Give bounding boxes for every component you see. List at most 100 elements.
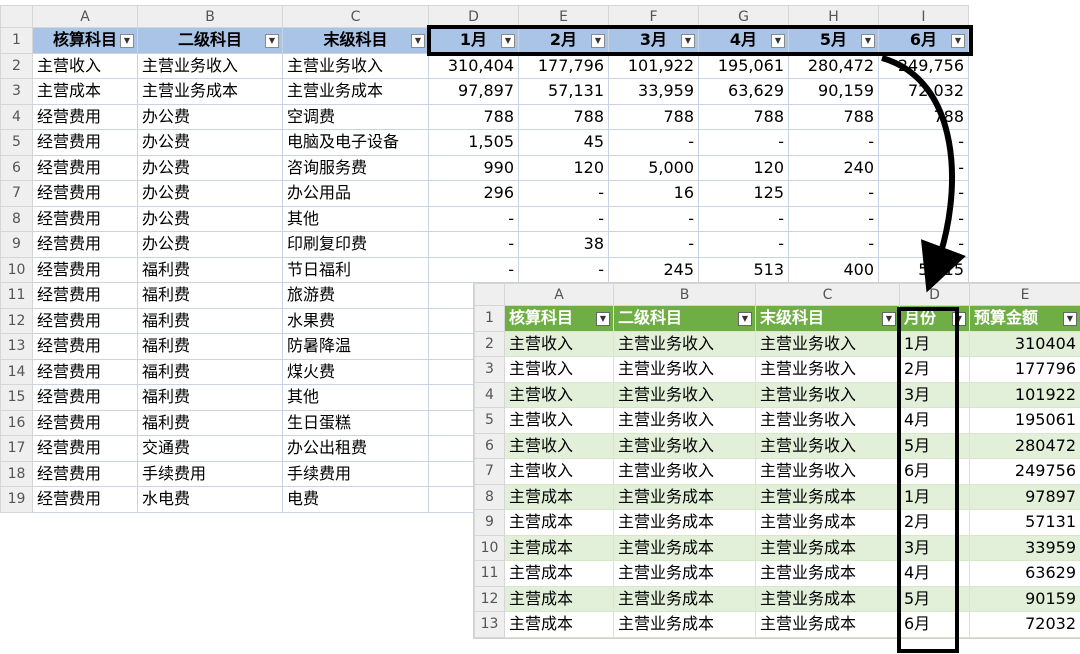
row-number[interactable]: 11 [474,560,505,587]
column-letter[interactable]: D [899,283,970,306]
cell-month-value[interactable]: - [428,205,519,232]
cell-month-value[interactable]: - [788,205,879,232]
cell-month[interactable]: 3月 [899,534,970,561]
row-number[interactable]: 3 [474,356,505,383]
cell-final[interactable]: 主营业务收入 [755,407,900,434]
cell-secondary[interactable]: 水电费 [137,486,283,513]
cell-secondary[interactable]: 福利费 [137,409,283,436]
cell-account[interactable]: 经营费用 [32,231,138,258]
cell-month-value[interactable]: - [698,205,789,232]
cell-final[interactable]: 主营业务收入 [755,330,900,357]
cell-secondary[interactable]: 主营业务收入 [613,330,756,357]
row-number[interactable]: 14 [0,358,33,385]
cell-month-value[interactable]: 240 [788,154,879,181]
cell-month[interactable]: 6月 [899,611,970,638]
filter-dropdown-icon[interactable]: ▼ [738,312,752,326]
filter-dropdown-icon[interactable]: ▼ [411,34,425,48]
cell-account[interactable]: 主营成本 [504,534,614,561]
cell-month[interactable]: 5月 [899,432,970,459]
cell-month[interactable]: 6月 [899,458,970,485]
cell-account[interactable]: 主营收入 [504,356,614,383]
cell-account[interactable]: 主营成本 [504,585,614,612]
header-cell[interactable]: 5月 ▼ [788,27,879,54]
header-cell[interactable]: 1月 ▼ [428,27,519,54]
column-letter[interactable]: D [428,5,519,28]
column-letter[interactable]: B [137,5,283,28]
cell-secondary[interactable]: 主营业务成本 [613,509,756,536]
cell-secondary[interactable]: 福利费 [137,256,283,283]
cell-secondary[interactable]: 主营业务收入 [613,381,756,408]
cell-account[interactable]: 主营收入 [504,381,614,408]
cell-month-value[interactable]: 125 [698,180,789,207]
cell-secondary[interactable]: 福利费 [137,384,283,411]
cell-secondary[interactable]: 主营业务成本 [137,78,283,105]
column-letter[interactable]: A [32,5,138,28]
cell-secondary[interactable]: 主营业务成本 [613,585,756,612]
filter-dropdown-icon[interactable]: ▼ [265,34,279,48]
column-letter[interactable]: C [282,5,429,28]
row-number[interactable]: 4 [474,381,505,408]
cell-month-value[interactable]: 38 [518,231,609,258]
cell-final[interactable]: 水果费 [282,307,429,334]
cell-final[interactable]: 防暑降温 [282,333,429,360]
cell-account[interactable]: 主营成本 [504,560,614,587]
filter-dropdown-icon[interactable]: ▼ [771,34,785,48]
cell-month[interactable]: 1月 [899,483,970,510]
cell-final[interactable]: 主营业务收入 [755,432,900,459]
cell-budget-amount[interactable]: 57131 [969,509,1080,536]
cell-budget-amount[interactable]: 101922 [969,381,1080,408]
cell-budget-amount[interactable]: 97897 [969,483,1080,510]
cell-month-value[interactable]: - [608,129,699,156]
cell-month-value[interactable]: 5,000 [608,154,699,181]
cell-secondary[interactable]: 办公费 [137,231,283,258]
cell-account[interactable]: 主营收入 [504,407,614,434]
cell-budget-amount[interactable]: 33959 [969,534,1080,561]
cell-month-value[interactable]: - [428,256,519,283]
cell-month-value[interactable]: - [428,231,519,258]
header-cell[interactable]: 二级科目 ▼ [613,305,756,332]
row-number[interactable]: 2 [474,330,505,357]
filter-dropdown-icon[interactable]: ▼ [1063,312,1077,326]
cell-secondary[interactable]: 办公费 [137,103,283,130]
cell-month-value[interactable]: 788 [518,103,609,130]
cell-account[interactable]: 主营收入 [504,458,614,485]
cell-final[interactable]: 主营业务成本 [755,534,900,561]
cell-month-value[interactable]: 990 [428,154,519,181]
cell-account[interactable]: 主营成本 [504,611,614,638]
cell-secondary[interactable]: 主营业务成本 [613,560,756,587]
header-cell[interactable]: 6月 ▼ [878,27,969,54]
cell-final[interactable]: 主营业务收入 [755,458,900,485]
cell-secondary[interactable]: 办公费 [137,205,283,232]
row-number[interactable]: 7 [0,180,33,207]
cell-final[interactable]: 主营业务成本 [755,509,900,536]
header-cell[interactable]: 3月 ▼ [608,27,699,54]
cell-secondary[interactable]: 办公费 [137,129,283,156]
cell-final[interactable]: 主营业务成本 [755,611,900,638]
cell-month-value[interactable]: 195,061 [698,52,789,79]
cell-month[interactable]: 4月 [899,407,970,434]
cell-final[interactable]: 主营业务收入 [282,52,429,79]
column-letter[interactable]: C [755,283,900,306]
cell-month-value[interactable]: - [608,205,699,232]
header-cell[interactable]: 月份 ▼ [899,305,970,332]
row-number[interactable]: 5 [474,407,505,434]
header-cell[interactable]: 末级科目 ▼ [282,27,429,54]
cell-account[interactable]: 经营费用 [32,129,138,156]
cell-account[interactable]: 经营费用 [32,358,138,385]
cell-budget-amount[interactable]: 72032 [969,611,1080,638]
cell-secondary[interactable]: 办公费 [137,154,283,181]
cell-secondary[interactable]: 主营业务成本 [613,534,756,561]
cell-account[interactable]: 经营费用 [32,486,138,513]
cell-budget-amount[interactable]: 177796 [969,356,1080,383]
cell-final[interactable]: 节日福利 [282,256,429,283]
cell-final[interactable]: 生日蛋糕 [282,409,429,436]
row-number[interactable]: 1 [0,27,33,54]
cell-month-value[interactable]: 788 [698,103,789,130]
cell-final[interactable]: 其他 [282,205,429,232]
cell-month-value[interactable]: 5,015 [878,256,969,283]
cell-month-value[interactable]: 513 [698,256,789,283]
cell-final[interactable]: 主营业务成本 [755,483,900,510]
filter-dropdown-icon[interactable]: ▼ [861,34,875,48]
cell-month-value[interactable]: 57,131 [518,78,609,105]
filter-dropdown-icon[interactable]: ▼ [951,34,965,48]
